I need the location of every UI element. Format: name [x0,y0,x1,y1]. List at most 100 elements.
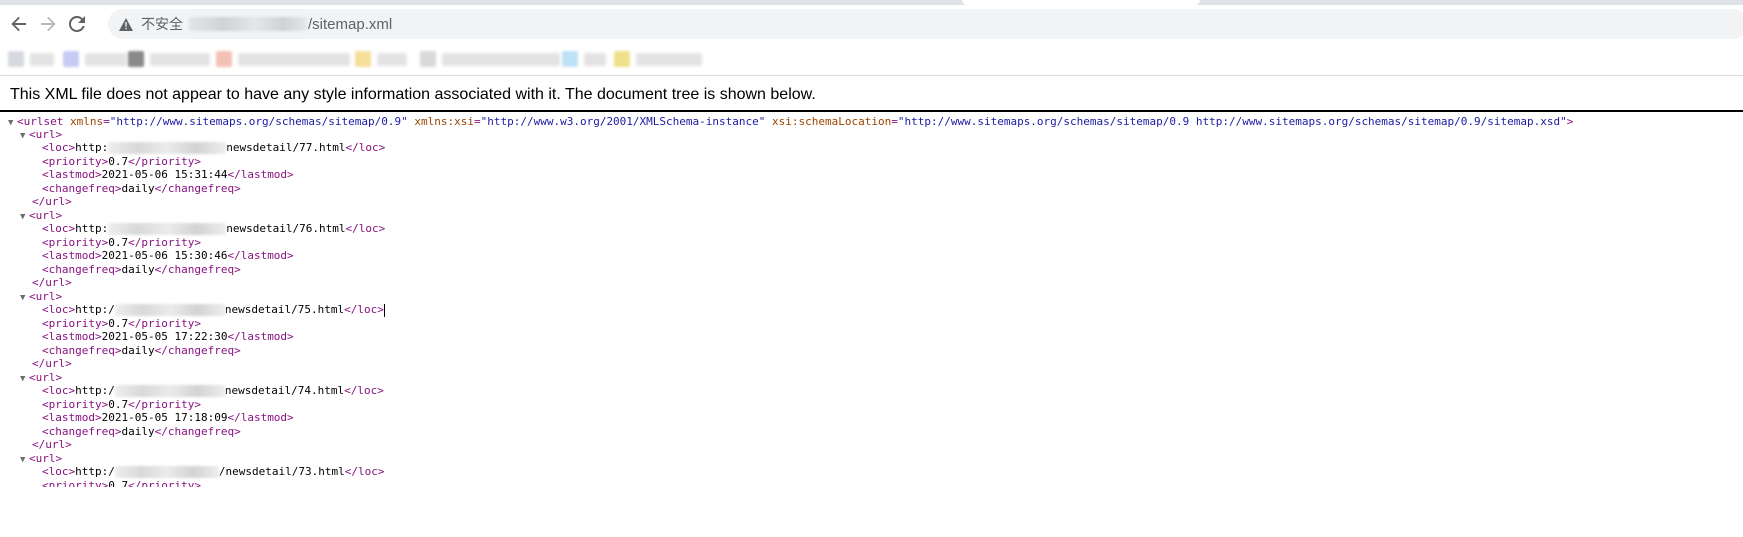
xml-changefreq-line: <changefreq>daily</changefreq> [42,262,241,277]
bookmark-item[interactable] [614,49,702,69]
xml-tag: <priority> [42,479,109,487]
bookmark-favicon [355,51,371,67]
collapse-triangle-icon[interactable]: ▼ [20,291,29,306]
changefreq-value: daily [121,425,155,438]
loc-prefix: http:/ [75,303,115,316]
lastmod-value: 2021-05-06 15:31:44 [101,168,228,181]
bookmark-label-redacted [584,52,606,66]
arrow-left-icon [11,16,26,32]
loc-suffix: newsdetail/75.html [224,303,345,316]
loc-suffix: newsdetail/77.html [226,141,346,154]
xml-tag: </changefreq> [154,182,241,195]
xml-tag: </lastmod> [227,249,294,262]
xml-tag: </changefreq> [154,344,241,357]
xml-changefreq-line: <changefreq>daily</changefreq> [42,343,241,358]
xml-attr-name: xsi:schemaLocation [772,115,892,128]
loc-prefix: http:/ [75,465,115,478]
xml-tag: </lastmod> [227,411,294,424]
xml-style-notice-text: This XML file does not appear to have an… [10,86,816,103]
loc-prefix: http:/ [75,384,115,397]
warning-triangle-icon[interactable] [118,16,134,32]
changefreq-value: daily [121,344,155,357]
loc-prefix: http: [75,141,109,154]
bookmark-favicon [128,51,144,67]
redacted-host [108,142,227,154]
xml-loc-line: <loc>http: newsdetail/76.html</loc> [42,221,385,236]
forward-button[interactable] [33,9,63,39]
xml-lastmod-line: <lastmod>2021-05-06 15:30:46</lastmod> [42,248,294,263]
loc-prefix: http: [75,222,109,235]
xml-tag: </lastmod> [227,168,294,181]
collapse-triangle-icon[interactable]: ▼ [20,210,29,225]
xml-loc-line: <loc>http:/ newsdetail/74.html</loc> [42,383,384,398]
xml-attr-name: xmlns:xsi [414,115,474,128]
redacted-host [189,17,307,31]
collapse-triangle-icon[interactable]: ▼ [20,453,29,468]
xml-style-notice: This XML file does not appear to have an… [0,76,1743,112]
loc-suffix: /newsdetail/73.html [218,465,345,478]
xml-tag: <loc> [42,303,76,316]
xml-loc-line: <loc>http:/ /newsdetail/73.html</loc> [42,464,384,479]
lastmod-value: 2021-05-06 15:30:46 [101,249,228,262]
bookmarks-bar [0,43,1743,76]
bookmark-label-redacted [442,52,560,66]
bookmark-label-redacted [30,52,54,66]
xml-attr-name: xmlns [69,115,104,128]
reload-icon [69,16,85,32]
xml-tag: </loc> [344,303,384,316]
bookmark-label-redacted [150,52,210,66]
xml-tag: <lastmod> [42,411,102,424]
collapse-triangle-icon[interactable]: ▼ [20,129,29,144]
bookmark-favicon [8,51,24,67]
xml-tag: </url> [32,438,72,451]
bookmark-item[interactable] [562,49,606,69]
bookmark-item[interactable] [8,49,54,69]
bookmark-item[interactable] [63,49,127,69]
xml-tag: <loc> [42,141,76,154]
changefreq-value: daily [121,263,155,276]
bookmark-favicon [216,51,232,67]
xml-lastmod-line: <lastmod>2021-05-05 17:18:09</lastmod> [42,410,294,425]
address-bar[interactable]: 不安全 /sitemap.xml [108,9,1743,39]
xml-lastmod-line: <lastmod>2021-05-05 17:22:30</lastmod> [42,329,294,344]
xml-url-close: </url> [32,275,72,290]
priority-value: 0.7 [108,479,129,487]
xml-tag: <loc> [42,222,76,235]
xml-url-close: </url> [32,356,72,371]
bookmark-label-redacted [636,52,702,66]
bookmark-favicon [63,51,79,67]
bookmark-item[interactable] [355,49,407,69]
xml-changefreq-line: <changefreq>daily</changefreq> [42,424,241,439]
lastmod-value: 2021-05-05 17:18:09 [101,411,228,424]
bookmark-item[interactable] [128,49,210,69]
bookmark-item[interactable] [420,49,560,69]
loc-suffix: newsdetail/74.html [224,384,345,397]
lastmod-value: 2021-05-05 17:22:30 [101,330,228,343]
back-button[interactable] [4,9,34,39]
xml-tag: </changefreq> [154,263,241,276]
text-cursor [383,303,385,317]
changefreq-value: daily [121,182,155,195]
xml-tag: </loc> [345,141,386,154]
xml-loc-line: <loc>http: newsdetail/77.html</loc> [42,140,385,155]
redacted-host [108,223,227,235]
xml-tag: </changefreq> [154,425,241,438]
bookmark-label-redacted [238,52,350,66]
xml-tag: </priority> [128,479,201,487]
url-path[interactable]: /sitemap.xml [308,16,392,33]
xml-loc-line: <loc>http:/ newsdetail/75.html</loc> [42,302,385,317]
xml-tag: <lastmod> [42,249,102,262]
redacted-host [114,466,219,478]
xml-tag: </loc> [344,465,385,478]
security-label[interactable]: 不安全 [141,14,183,34]
collapse-triangle-icon[interactable]: ▼ [8,116,17,131]
bookmark-favicon [420,51,436,67]
xml-changefreq-line: <changefreq>daily</changefreq> [42,181,241,196]
arrow-right-icon [41,16,56,32]
xml-tag: <lastmod> [42,330,102,343]
bookmark-favicon [614,51,630,67]
collapse-triangle-icon[interactable]: ▼ [20,372,29,387]
bookmark-item[interactable] [216,49,350,69]
browser-toolbar: 不安全 /sitemap.xml [0,5,1743,43]
reload-button[interactable] [62,9,92,39]
